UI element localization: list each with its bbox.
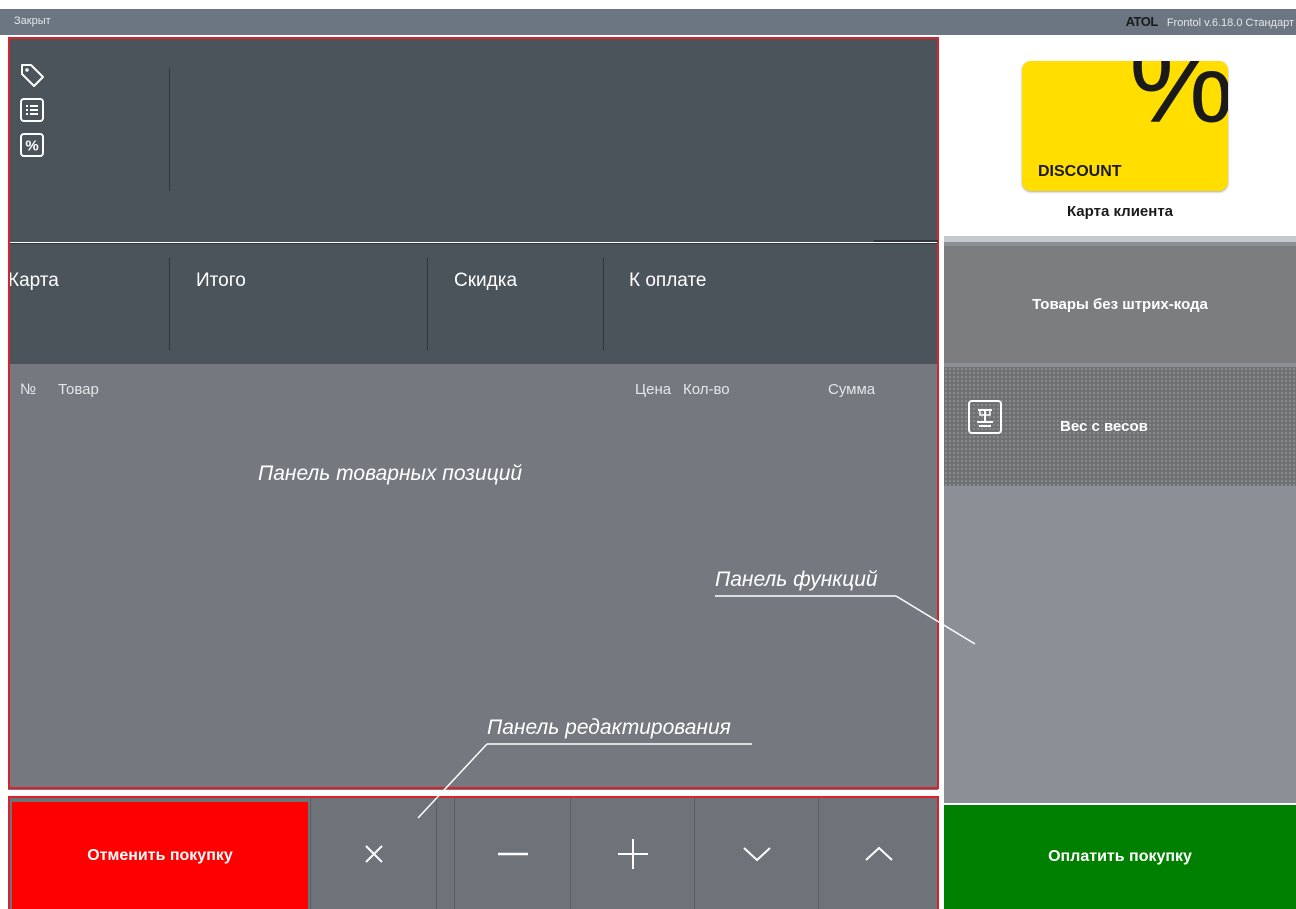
tile-separator [944,236,1296,242]
totals-separator [169,258,170,350]
receipt-list-icon[interactable] [18,96,46,124]
col-price: Цена [635,381,672,398]
scale-icon [968,400,1002,434]
scale-weight-label: Вес с весов [1060,418,1148,435]
info-divider [169,68,170,191]
atol-logo: ATOL [1125,14,1159,29]
scroll-down-button[interactable] [694,798,818,909]
col-qty: Кол-во [683,381,730,398]
scroll-up-button[interactable] [818,798,939,909]
discount-word: DISCOUNT [1038,163,1122,180]
app-brand: ATOL Frontol v.6.18.0 Стандарт [1126,14,1294,29]
scale-weight-button[interactable]: Вес с весов [944,367,1296,486]
card-label: Карта [8,270,59,291]
pay-purchase-button[interactable]: Оплатить покупку [944,803,1296,909]
col-number: № [20,381,37,398]
col-sum: Сумма [828,381,876,398]
discount-label: Скидка [454,270,518,291]
chevron-down-icon [742,846,771,861]
col-product: Товар [58,381,99,398]
no-barcode-items-button[interactable]: Товары без штрих-кода [944,246,1296,363]
annotation-functions-panel: Панель функций [715,568,878,591]
plus-icon [617,838,648,869]
close-icon [364,844,383,863]
delete-item-button[interactable] [310,798,436,909]
client-card-label: Карта клиента [1066,203,1174,220]
receipt-info-panel: % [8,37,938,242]
app-version: Frontol v.6.18.0 Стандарт [1166,17,1294,29]
percent-symbol: % [1129,61,1228,148]
svg-text:%: % [25,138,38,155]
total-label: Итого [196,270,246,291]
annotation-edit-panel: Панель редактирования [487,716,731,739]
totals-separator [603,258,604,350]
cancel-purchase-button[interactable]: Отменить покупку [12,802,308,909]
decrease-qty-button[interactable] [454,798,570,909]
totals-separator [427,258,428,350]
functions-panel: % DISCOUNT Карта клиента Товары без штри… [944,37,1296,909]
minus-icon [497,852,528,855]
button-spacer [436,798,454,909]
discount-card-image: % DISCOUNT [1022,61,1228,191]
info-icons: % [18,61,46,166]
receipt-status: Закрыт [14,15,51,27]
title-bar: Закрыт ATOL Frontol v.6.18.0 Стандарт [0,9,1296,35]
tag-icon[interactable] [18,61,46,89]
percent-icon[interactable]: % [18,131,46,159]
to-pay-label: К оплате [629,270,707,291]
totals-panel: Карта Итого Скидка К оплате [8,243,938,364]
increase-qty-button[interactable] [570,798,694,909]
client-card-button[interactable]: % DISCOUNT Карта клиента [944,37,1296,236]
edit-panel: Отменить покупку [8,798,939,909]
annotation-items-panel: Панель товарных позиций [258,462,523,485]
chevron-up-icon [865,846,893,861]
